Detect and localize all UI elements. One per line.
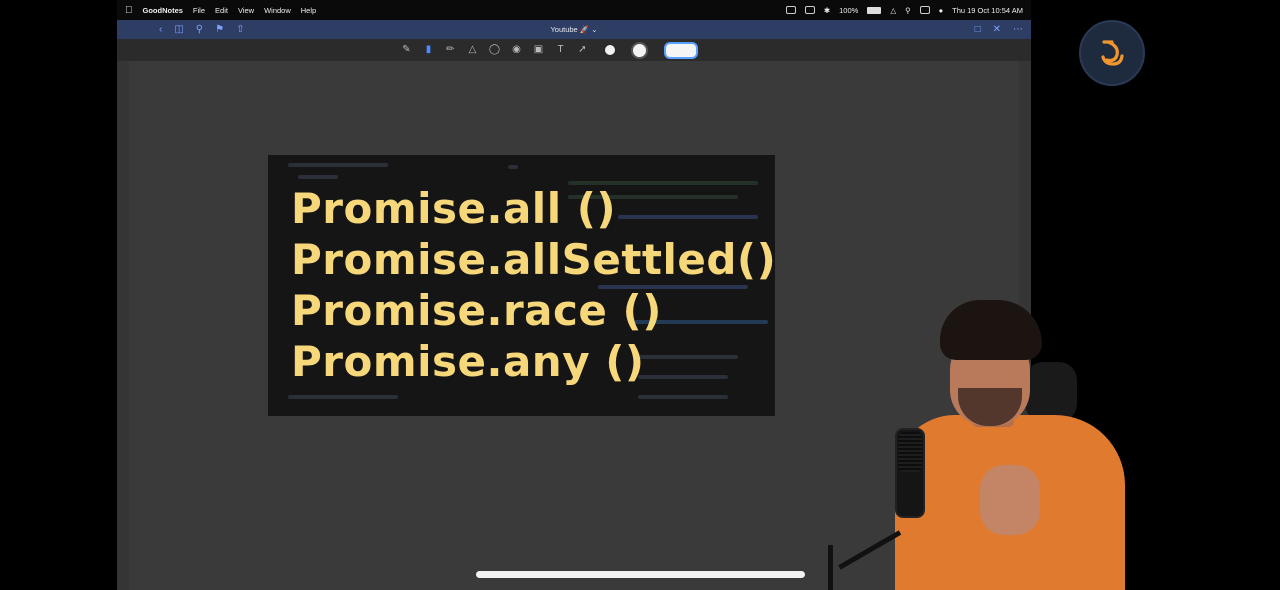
close-icon[interactable]: ✕ — [993, 24, 1001, 35]
presenter-video-overlay — [800, 300, 1130, 590]
menu-edit[interactable]: Edit — [215, 6, 228, 15]
method-promise-race: Promise.race () — [291, 286, 662, 335]
title-right-tools: □ ✕ ⋯ — [975, 24, 1023, 35]
presenter-hair — [940, 300, 1042, 360]
bookmark-icon[interactable]: ⚑ — [215, 24, 224, 35]
color-swatch-small[interactable] — [604, 45, 615, 55]
eraser-icon[interactable]: ▮ — [423, 44, 435, 56]
clock-datetime[interactable]: Thu 19 Oct 10:54 AM — [952, 6, 1023, 15]
add-page-icon[interactable]: □ — [975, 24, 981, 35]
macos-menu-bar:  GoodNotes File Edit View Window Help ✱… — [117, 0, 1031, 20]
share-icon[interactable]: ⇧ — [236, 24, 244, 35]
home-indicator-bar[interactable] — [476, 571, 805, 578]
menu-view[interactable]: View — [238, 6, 254, 15]
text-icon[interactable]: T — [555, 44, 567, 56]
stroke-width-selector[interactable] — [663, 41, 698, 59]
pasted-slide-image[interactable]: Promise.all () Promise.allSettled() Prom… — [268, 155, 775, 416]
thumbnails-icon[interactable]: ◫ — [174, 24, 183, 35]
menu-help[interactable]: Help — [301, 6, 316, 15]
channel-logo-icon — [1101, 40, 1124, 66]
channel-logo — [1079, 20, 1145, 86]
wifi-icon[interactable]: △ — [890, 6, 896, 15]
menu-file[interactable]: File — [193, 6, 205, 15]
display-icon[interactable] — [804, 6, 815, 14]
presenter-hands — [980, 465, 1040, 535]
laser-icon[interactable]: ➚ — [577, 44, 589, 56]
menu-list: GoodNotes File Edit View Window Help — [143, 6, 317, 15]
menu-app-name[interactable]: GoodNotes — [143, 6, 183, 15]
method-promise-any: Promise.any () — [291, 337, 645, 386]
back-chevron-icon[interactable]: ‹ — [159, 24, 162, 35]
apple-icon[interactable]:  — [125, 5, 133, 16]
search-icon[interactable]: ⚲ — [196, 24, 203, 35]
menu-window[interactable]: Window — [264, 6, 291, 15]
color-swatch-selected[interactable] — [630, 41, 648, 59]
battery-icon[interactable] — [867, 6, 882, 14]
status-area: ✱ 100% △ ⚲ ● Thu 19 Oct 10:54 AM — [785, 5, 1023, 15]
tool-group: ✎ ▮ ✏ △ ◯ ◉ ▣ T ➚ — [401, 41, 698, 59]
bluetooth-icon[interactable]: ✱ — [824, 6, 830, 15]
siri-icon[interactable]: ● — [939, 6, 944, 15]
method-promise-all: Promise.all () — [291, 184, 617, 233]
shapes-icon[interactable]: △ — [467, 44, 479, 56]
highlighter-icon[interactable]: ✏ — [445, 44, 457, 56]
method-promise-allsettled: Promise.allSettled() — [291, 235, 775, 284]
elements-icon[interactable]: ◉ — [511, 44, 523, 56]
more-icon[interactable]: ⋯ — [1013, 24, 1023, 35]
chair — [1025, 362, 1077, 422]
pen-icon[interactable]: ✎ — [401, 44, 413, 56]
screen-record-icon[interactable] — [785, 6, 796, 14]
title-left-tools: ‹ ◫ ⚲ ⚑ ⇧ — [159, 24, 244, 35]
control-center-icon[interactable] — [919, 6, 930, 14]
battery-percent: 100% — [839, 5, 859, 15]
spotlight-search-icon[interactable]: ⚲ — [905, 6, 911, 15]
mic-stand-arm — [838, 530, 902, 570]
lasso-icon[interactable]: ◯ — [489, 44, 501, 56]
promise-methods-list: Promise.all () Promise.allSettled() Prom… — [291, 183, 775, 387]
microphone-grill — [898, 432, 922, 472]
document-title[interactable]: Youtube 🚀 ⌄ — [117, 25, 1031, 34]
document-title-bar: ‹ ◫ ⚲ ⚑ ⇧ Youtube 🚀 ⌄ □ ✕ ⋯ — [117, 20, 1031, 39]
image-icon[interactable]: ▣ — [533, 44, 545, 56]
mic-stand-pole — [828, 545, 833, 590]
drawing-toolbar: ✎ ▮ ✏ △ ◯ ◉ ▣ T ➚ — [117, 39, 1031, 61]
